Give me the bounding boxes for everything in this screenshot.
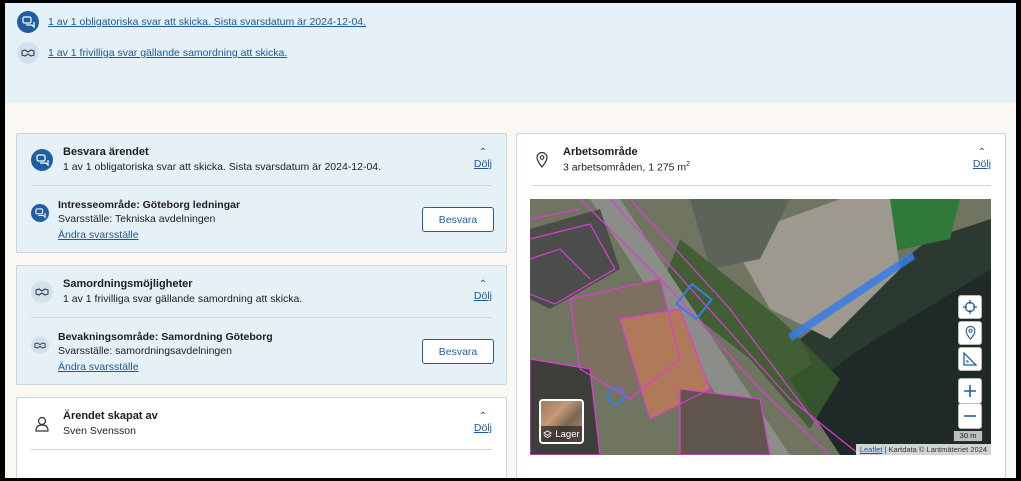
creator-card-toggle-label: Dölj (473, 422, 492, 434)
interest-area-item: Intresseområde: Göteborg ledningar Svars… (31, 199, 240, 241)
coordination-card-toggle-label: Dölj (473, 290, 492, 302)
change-response-point-link[interactable]: Ändra svarsställe (58, 361, 139, 373)
creator-card: Ärendet skapat av Sven Svensson ⌃ Dölj (16, 397, 507, 478)
change-response-point-link[interactable]: Ändra svarsställe (58, 229, 139, 241)
respond-card-title: Besvara ärendet (63, 146, 149, 158)
zoom-out-icon[interactable] (958, 403, 982, 429)
layer-button-label: Lager (541, 426, 582, 442)
respond-card-toggle-label: Dölj (473, 158, 492, 170)
notice-mandatory: 1 av 1 obligatoriska svar att skicka. Si… (17, 11, 366, 33)
creator-card-header: Ärendet skapat av Sven Svensson (31, 410, 492, 437)
layer-button[interactable]: Lager (539, 399, 584, 444)
layer-label-text: Lager (555, 428, 580, 440)
divider (31, 317, 492, 318)
chevron-up-icon: ⌃ (977, 147, 987, 158)
location-pin-icon (531, 149, 553, 171)
chat-bubbles-icon (17, 11, 39, 33)
crosshair-icon[interactable] (958, 295, 982, 319)
coordination-card-header: Samordningsmöjligheter 1 av 1 frivilliga… (31, 278, 492, 305)
divider (31, 449, 492, 450)
map-aerial-imagery (530, 199, 991, 455)
attribution-text: | Kartdata © Lantmäteriet 2024 (882, 445, 987, 454)
map-pin-icon[interactable] (958, 321, 982, 345)
respond-card-toggle[interactable]: ⌃ Dölj (473, 147, 492, 171)
watch-area-subtitle: Svarsställe: samordningsavdelningen (58, 345, 232, 357)
divider (31, 185, 492, 186)
chat-bubbles-icon (31, 204, 49, 222)
notice-voluntary-link[interactable]: 1 av 1 frivilliga svar gällande samordni… (48, 47, 287, 59)
work-area-card-header: Arbetsområde 3 arbetsområden, 1 275 m2 (531, 146, 991, 174)
creator-name: Sven Svensson (63, 425, 136, 437)
area-unit-superscript: 2 (686, 161, 691, 168)
notice-mandatory-link[interactable]: 1 av 1 obligatoriska svar att skicka. Si… (48, 16, 366, 28)
chevron-up-icon: ⌃ (478, 279, 488, 290)
map-scale: 30 m (953, 431, 983, 442)
map-attribution: Leaflet | Kartdata © Lantmäteriet 2024 (855, 444, 991, 455)
handshake-icon (31, 336, 49, 354)
coordination-card-title: Samordningsmöjligheter (63, 278, 193, 290)
zoom-in-icon[interactable] (958, 378, 982, 404)
watch-area-title: Bevakningsområde: Samordning Göteborg (58, 331, 273, 343)
chat-bubbles-icon (31, 149, 53, 171)
handshake-icon (31, 281, 53, 303)
notice-voluntary: 1 av 1 frivilliga svar gällande samordni… (17, 42, 287, 64)
respond-card-subtitle: 1 av 1 obligatoriska svar att skicka. Si… (63, 161, 382, 173)
person-icon (31, 413, 53, 435)
interest-area-title: Intresseområde: Göteborg ledningar (58, 199, 241, 211)
respond-button[interactable]: Besvara (422, 339, 494, 364)
respond-card-header: Besvara ärendet 1 av 1 obligatoriska sva… (31, 146, 492, 173)
chevron-up-icon: ⌃ (478, 411, 488, 422)
coordination-card: Samordningsmöjligheter 1 av 1 frivilliga… (16, 265, 507, 385)
watch-area-item: Bevakningsområde: Samordning Göteborg Sv… (31, 331, 273, 373)
respond-card: Besvara ärendet 1 av 1 obligatoriska sva… (16, 133, 507, 253)
handshake-icon (17, 42, 39, 64)
respond-button[interactable]: Besvara (422, 207, 494, 232)
ruler-icon[interactable] (958, 347, 982, 371)
layers-icon (543, 429, 553, 438)
work-area-card-title: Arbetsområde (563, 146, 638, 158)
chevron-up-icon: ⌃ (478, 147, 488, 158)
coordination-card-toggle[interactable]: ⌃ Dölj (473, 279, 492, 303)
interest-area-subtitle: Svarsställe: Tekniska avdelningen (58, 213, 216, 225)
work-area-summary: 3 arbetsområden, 1 275 m2 (563, 161, 690, 174)
page: 1 av 1 obligatoriska svar att skicka. Si… (5, 3, 1016, 478)
banner-wave (5, 81, 1016, 103)
divider (531, 185, 991, 186)
work-area-card-toggle[interactable]: ⌃ Dölj (972, 147, 991, 171)
work-area-card-toggle-label: Dölj (972, 158, 991, 170)
coordination-card-subtitle: 1 av 1 frivilliga svar gällande samordni… (63, 293, 303, 305)
creator-card-toggle[interactable]: ⌃ Dölj (473, 411, 492, 435)
work-area-summary-text: 3 arbetsområden, 1 275 m (563, 161, 687, 174)
creator-card-title: Ärendet skapat av (63, 410, 158, 422)
leaflet-link[interactable]: Leaflet (860, 445, 883, 454)
map-view[interactable]: Lager 30 m Leaflet | Kartdata © Lantmäte… (530, 199, 991, 455)
